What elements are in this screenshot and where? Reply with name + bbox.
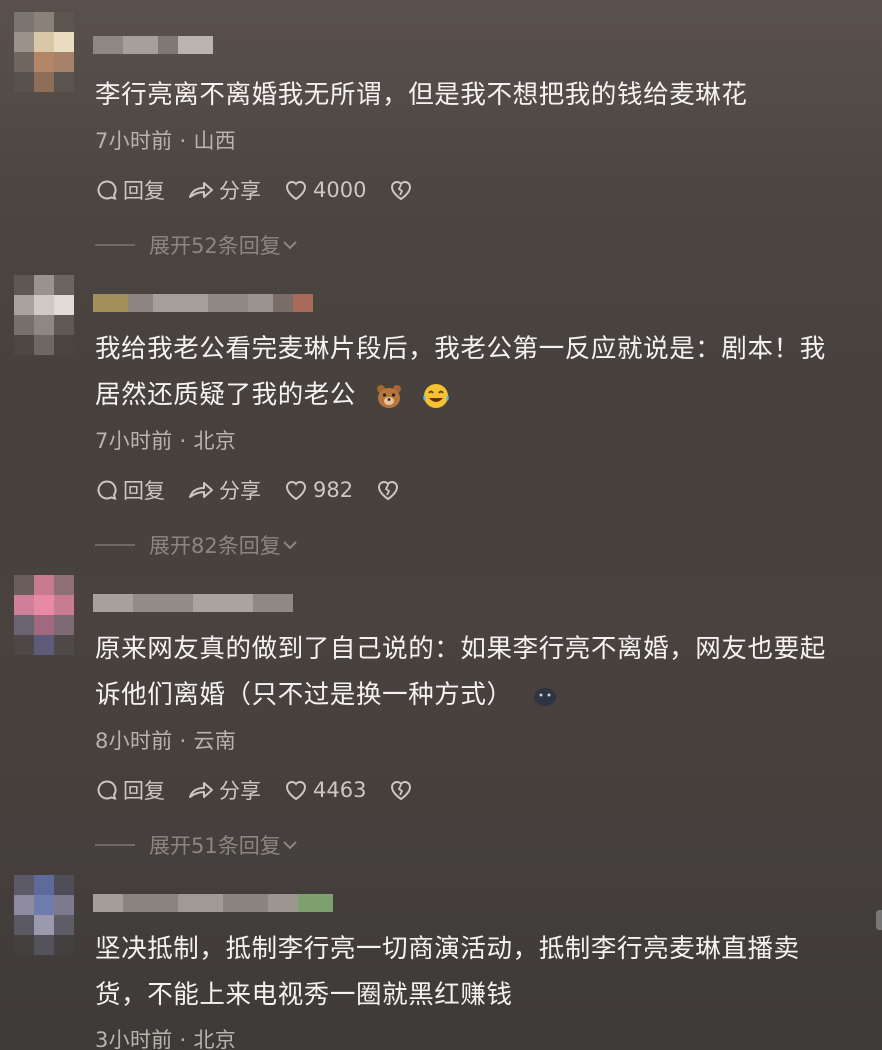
share-button[interactable]: 分享 [187, 775, 261, 805]
reply-label: 回复 [123, 779, 165, 803]
username-redacted[interactable] [93, 294, 313, 312]
comment-actions: 回复 分享 4000 [95, 174, 414, 206]
username-redacted[interactable] [93, 36, 213, 54]
reply-label: 回复 [123, 179, 165, 203]
heart-outline-icon [285, 781, 307, 801]
share-label: 分享 [219, 179, 261, 203]
comment-meta: 3小时前 · 北京 [95, 1028, 237, 1050]
reply-button[interactable]: 回复 [95, 175, 165, 205]
comment-text: 原来网友真的做到了自己说的：如果李行亮不离婚，网友也要起 诉他们离婚（只不过是换… [95, 626, 882, 718]
comment-text: 李行亮离不离婚我无所谓，但是我不想把我的钱给麦琳花 [95, 72, 882, 118]
comment-text-line: 货，不能上来电视秀一圈就黑红赚钱 [95, 980, 513, 1010]
comment-meta: 8小时前 · 云南 [95, 729, 237, 753]
laugh-cry-emoji-icon [423, 384, 450, 408]
broken-heart-icon [391, 181, 412, 201]
like-button[interactable]: 982 [283, 478, 353, 502]
comment-text-line: 我给我老公看完麦琳片段后，我老公第一反应就说是：剧本！我 [95, 334, 826, 364]
comment-text-line: 居然还质疑了我的老公 [95, 380, 357, 410]
heart-outline-icon [285, 181, 307, 201]
expand-label: 展开52条回复 [149, 234, 281, 258]
share-button[interactable]: 分享 [187, 475, 261, 505]
dark-blob-emoji-icon [534, 688, 557, 706]
divider-line [95, 244, 135, 246]
share-label: 分享 [219, 779, 261, 803]
comment-text-line: 原来网友真的做到了自己说的：如果李行亮不离婚，网友也要起 [95, 634, 826, 664]
dislike-button[interactable] [388, 778, 414, 802]
like-button[interactable]: 4000 [283, 178, 366, 202]
comment-text-line: 坚决抵制，抵制李行亮一切商演活动，抵制李行亮麦琳直播卖 [95, 934, 800, 964]
reply-button[interactable]: 回复 [95, 475, 165, 505]
heart-outline-icon [285, 481, 307, 501]
avatar[interactable] [14, 875, 74, 955]
like-count: 4000 [313, 178, 367, 202]
avatar[interactable] [14, 575, 74, 655]
expand-replies[interactable]: 展开82条回复 [95, 530, 299, 560]
username-redacted[interactable] [93, 594, 293, 612]
comment-text: 坚决抵制，抵制李行亮一切商演活动，抵制李行亮麦琳直播卖 货，不能上来电视秀一圈就… [95, 926, 882, 1018]
comment-actions: 回复 分享 982 [95, 474, 401, 506]
comment-meta: 7小时前 · 北京 [95, 429, 237, 453]
bear-emoji-icon [376, 385, 401, 408]
expand-label: 展开82条回复 [149, 534, 281, 558]
chevron-down-icon [283, 241, 297, 250]
scroll-indicator[interactable] [876, 910, 882, 930]
comment-bubble-icon [97, 780, 117, 800]
comment-text-line: 李行亮离不离婚我无所谓，但是我不想把我的钱给麦琳花 [95, 80, 748, 110]
reply-label: 回复 [123, 479, 165, 503]
dislike-button[interactable] [375, 478, 401, 502]
share-arrow-icon [189, 482, 213, 498]
reply-button[interactable]: 回复 [95, 775, 165, 805]
comment-text: 我给我老公看完麦琳片段后，我老公第一反应就说是：剧本！我 居然还质疑了我的老公 [95, 326, 882, 418]
dislike-button[interactable] [388, 178, 414, 202]
expand-replies[interactable]: 展开52条回复 [95, 230, 299, 260]
share-arrow-icon [189, 782, 213, 798]
username-redacted[interactable] [93, 894, 333, 912]
comment-bubble-icon [97, 480, 117, 500]
broken-heart-icon [378, 481, 399, 501]
avatar[interactable] [14, 12, 74, 92]
like-count: 982 [313, 478, 354, 502]
comment-text-line: 诉他们离婚（只不过是换一种方式） [95, 680, 513, 710]
expand-label: 展开51条回复 [149, 834, 281, 858]
like-count: 4463 [313, 778, 367, 802]
chevron-down-icon [283, 841, 297, 850]
share-label: 分享 [219, 479, 261, 503]
divider-line [95, 544, 135, 546]
chevron-down-icon [283, 541, 297, 550]
broken-heart-icon [391, 781, 412, 801]
comment-bubble-icon [97, 180, 117, 200]
divider-line [95, 844, 135, 846]
share-button[interactable]: 分享 [187, 175, 261, 205]
like-button[interactable]: 4463 [283, 778, 366, 802]
share-arrow-icon [189, 182, 213, 198]
comment-meta: 7小时前 · 山西 [95, 129, 237, 153]
expand-replies[interactable]: 展开51条回复 [95, 830, 299, 860]
comment-feed: 李行亮离不离婚我无所谓，但是我不想把我的钱给麦琳花 7小时前 · 山西 回复 分… [0, 0, 882, 1050]
avatar[interactable] [14, 275, 74, 355]
comment-actions: 回复 分享 4463 [95, 774, 414, 806]
